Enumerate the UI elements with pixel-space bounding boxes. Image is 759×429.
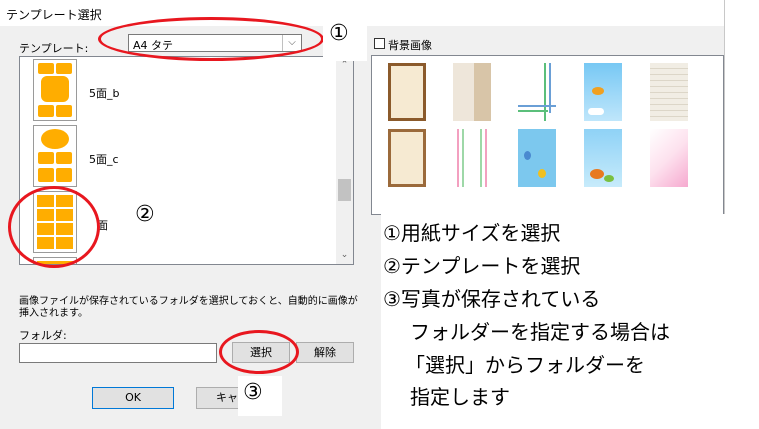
bg-image-kraft-frame[interactable] bbox=[388, 63, 426, 121]
annotation-circle-1 bbox=[98, 17, 324, 61]
template-list-scrollbar[interactable]: ⌃ ⌄ bbox=[336, 57, 353, 264]
bg-image-stripes[interactable] bbox=[453, 129, 491, 187]
annotation-number-3: ③ bbox=[243, 380, 263, 405]
folder-label: フォルダ: bbox=[19, 329, 67, 342]
scroll-down-icon[interactable]: ⌄ bbox=[336, 247, 353, 263]
annotation-circle-2 bbox=[8, 186, 100, 268]
ok-button[interactable]: OK bbox=[92, 387, 174, 409]
scroll-thumb[interactable] bbox=[338, 179, 351, 201]
note-line: フォルダーを指定する場合は bbox=[410, 320, 670, 344]
note-line: 指定します bbox=[410, 385, 510, 409]
bg-image-beige[interactable] bbox=[453, 63, 491, 121]
bg-image-balloons[interactable] bbox=[518, 129, 556, 187]
template-label: テンプレート: bbox=[19, 42, 89, 55]
annotation-number-2: ② bbox=[135, 202, 155, 227]
folder-input[interactable] bbox=[19, 343, 217, 363]
bg-image-sky[interactable] bbox=[584, 63, 622, 121]
annotation-circle-3 bbox=[219, 330, 299, 374]
bg-image-checkbox[interactable] bbox=[374, 38, 385, 49]
bg-image-green-lines[interactable] bbox=[518, 63, 556, 121]
bg-image-kraft-frame-2[interactable] bbox=[388, 129, 426, 187]
annotation-note: ①用紙サイズを選択 ②テンプレートを選択 ③写真が保存されている フォルダーを指… bbox=[381, 214, 759, 429]
note-line: 「選択」からフォルダーを bbox=[405, 353, 645, 377]
note-line: ①用紙サイズを選択 bbox=[383, 221, 561, 245]
note-line: ③写真が保存されている bbox=[383, 287, 601, 311]
annotation-number-1: ① bbox=[329, 21, 349, 46]
bg-image-sky-2[interactable] bbox=[584, 129, 622, 187]
template-name: 5面_c bbox=[89, 153, 119, 166]
template-thumbnail-5b[interactable] bbox=[33, 59, 77, 121]
template-name: 5面_b bbox=[89, 87, 120, 100]
folder-help-text: 画像ファイルが保存されているフォルダを選択しておくと、自動的に画像が挿入されます… bbox=[19, 296, 358, 319]
window-title: テンプレート選択 bbox=[6, 8, 102, 22]
note-line: ②テンプレートを選択 bbox=[383, 254, 581, 278]
template-thumbnail-5c[interactable] bbox=[33, 125, 77, 187]
bg-image-list[interactable] bbox=[371, 55, 724, 215]
clear-folder-button[interactable]: 解除 bbox=[296, 342, 354, 363]
bg-image-lined[interactable] bbox=[650, 63, 688, 121]
bg-image-label: 背景画像 bbox=[388, 39, 432, 52]
bg-image-pink[interactable] bbox=[650, 129, 688, 187]
